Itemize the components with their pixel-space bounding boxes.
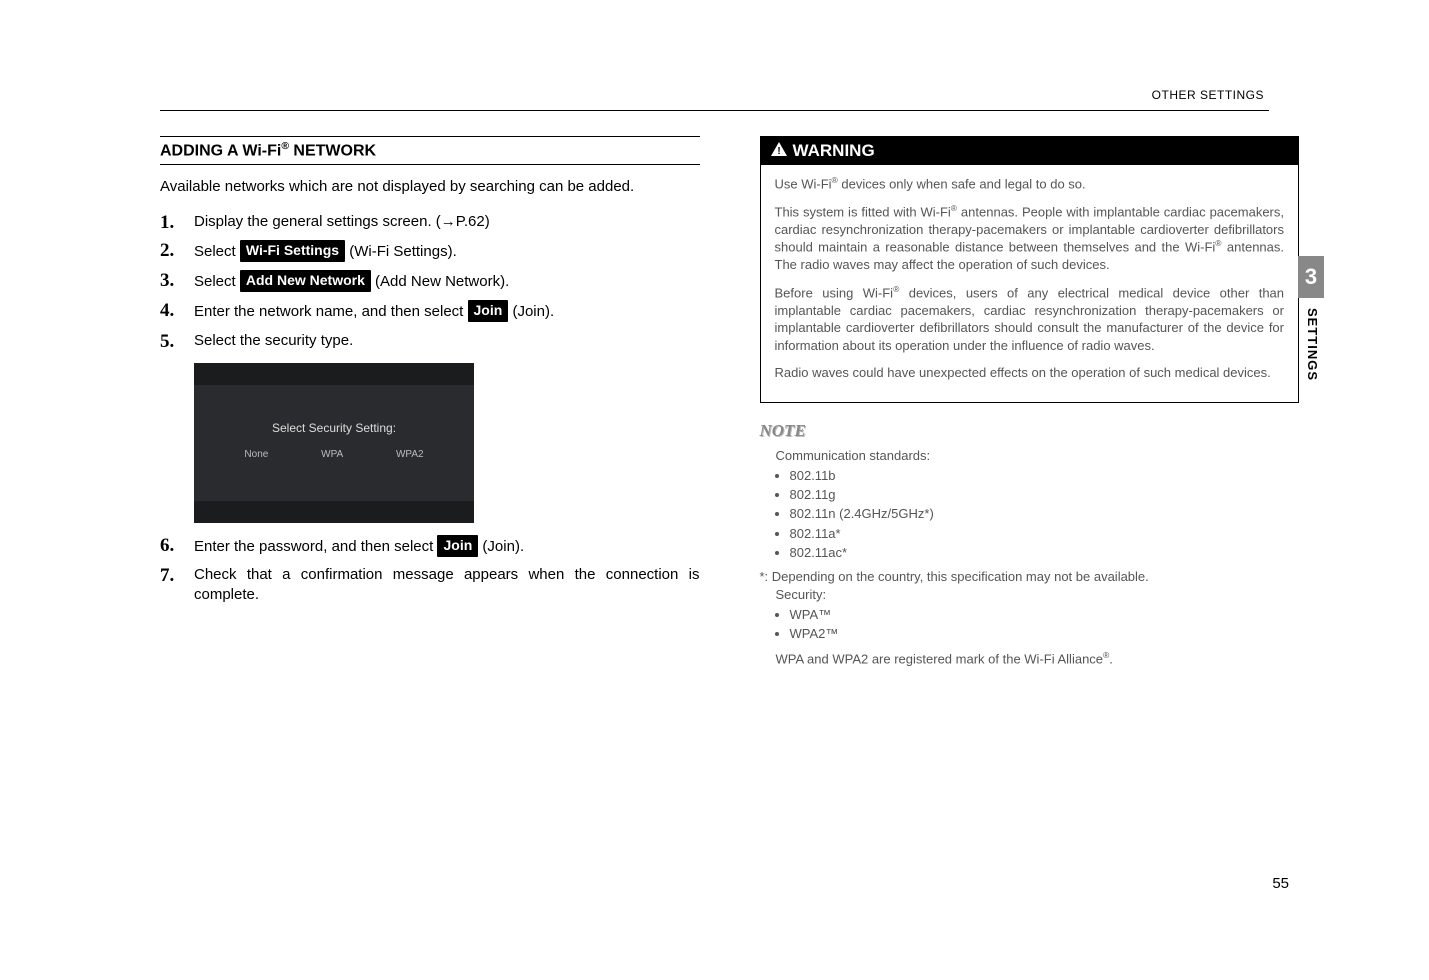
warning-body: Use Wi-Fi® devices only when safe and le…	[761, 165, 1299, 402]
security-list: WPA™ WPA2™	[776, 606, 1300, 643]
screenshot-options: None WPA WPA2	[194, 449, 474, 460]
page-number: 55	[1272, 875, 1289, 892]
step-4-pre: Enter the network name, and then select	[194, 303, 468, 320]
svg-text:!: !	[777, 146, 780, 156]
step-4: Enter the network name, and then select …	[160, 300, 700, 322]
note-heading: NOTE	[760, 421, 1300, 441]
sec-wpa2: WPA2™	[790, 625, 1300, 643]
step-6-post: (Join).	[478, 538, 524, 555]
trademark-note: WPA and WPA2 are registered mark of the …	[776, 650, 1300, 669]
step-7: Check that a confirmation message appear…	[160, 565, 700, 606]
step-1: Display the general settings screen. (→P…	[160, 212, 700, 232]
std-80211g: 802.11g	[790, 486, 1300, 504]
spec-footnote: *: Depending on the country, this specif…	[760, 568, 1300, 586]
warning-label: WARNING	[793, 141, 875, 160]
section-intro: Available networks which are not display…	[160, 177, 700, 197]
add-new-network-button[interactable]: Add New Network	[240, 270, 371, 292]
section-title: ADDING A Wi-Fi® NETWORK	[160, 136, 700, 165]
step-2-post: (Wi-Fi Settings).	[345, 243, 457, 260]
step-6-pre: Enter the password, and then select	[194, 538, 437, 555]
join-button-2[interactable]: Join	[437, 535, 478, 557]
screenshot-bottom-bar	[194, 501, 474, 523]
chapter-label: SETTINGS	[1298, 298, 1320, 381]
step-5: Select the security type.	[160, 331, 700, 351]
join-button-1[interactable]: Join	[468, 300, 509, 322]
std-80211a: 802.11a*	[790, 525, 1300, 543]
step-2-pre: Select	[194, 243, 240, 260]
step-3: Select Add New Network (Add New Network)…	[160, 270, 700, 292]
right-column: ! WARNING Use Wi-Fi® devices only when s…	[760, 100, 1300, 668]
chapter-number: 3	[1298, 256, 1324, 298]
screenshot-opt-wpa: WPA	[321, 449, 343, 460]
note-body: Communication standards: 802.11b 802.11g…	[760, 447, 1300, 668]
section-title-sup: ®	[281, 141, 289, 152]
section-title-post: NETWORK	[289, 142, 376, 159]
screenshot-opt-wpa2: WPA2	[396, 449, 424, 460]
std-80211b: 802.11b	[790, 467, 1300, 485]
screenshot-title: Select Security Setting:	[194, 421, 474, 435]
step-6: Enter the password, and then select Join…	[160, 535, 700, 557]
warning-heading: ! WARNING	[761, 137, 1299, 165]
warning-box: ! WARNING Use Wi-Fi® devices only when s…	[760, 136, 1300, 403]
security-screenshot: Select Security Setting: None WPA WPA2	[194, 363, 474, 523]
security-label: Security:	[776, 586, 1300, 604]
page-content: ADDING A Wi-Fi® NETWORK Available networ…	[0, 0, 1429, 708]
warning-p2: This system is fitted with Wi-Fi® antenn…	[775, 203, 1285, 274]
std-80211ac: 802.11ac*	[790, 544, 1300, 562]
warning-p4: Radio waves could have unexpected effect…	[775, 364, 1285, 382]
warning-icon: !	[771, 141, 787, 161]
sec-wpa: WPA™	[790, 606, 1300, 624]
step-3-post: (Add New Network).	[371, 273, 509, 290]
warning-p3: Before using Wi-Fi® devices, users of an…	[775, 284, 1285, 355]
steps-list-2: Enter the password, and then select Join…	[160, 535, 700, 606]
wifi-settings-button[interactable]: Wi-Fi Settings	[240, 240, 345, 262]
comm-standards-label: Communication standards:	[776, 447, 1300, 465]
warning-p1: Use Wi-Fi® devices only when safe and le…	[775, 175, 1285, 193]
comm-standards-list: 802.11b 802.11g 802.11n (2.4GHz/5GHz*) 8…	[776, 467, 1300, 562]
section-title-pre: ADDING A Wi-Fi	[160, 142, 281, 159]
screenshot-opt-none: None	[244, 449, 268, 460]
left-column: ADDING A Wi-Fi® NETWORK Available networ…	[160, 100, 700, 668]
side-tab: 3 SETTINGS	[1298, 256, 1324, 381]
steps-list: Display the general settings screen. (→P…	[160, 212, 700, 351]
step-3-pre: Select	[194, 273, 240, 290]
std-80211n: 802.11n (2.4GHz/5GHz*)	[790, 505, 1300, 523]
step-2: Select Wi-Fi Settings (Wi-Fi Settings).	[160, 240, 700, 262]
screenshot-top-bar	[194, 363, 474, 385]
step-4-post: (Join).	[508, 303, 554, 320]
